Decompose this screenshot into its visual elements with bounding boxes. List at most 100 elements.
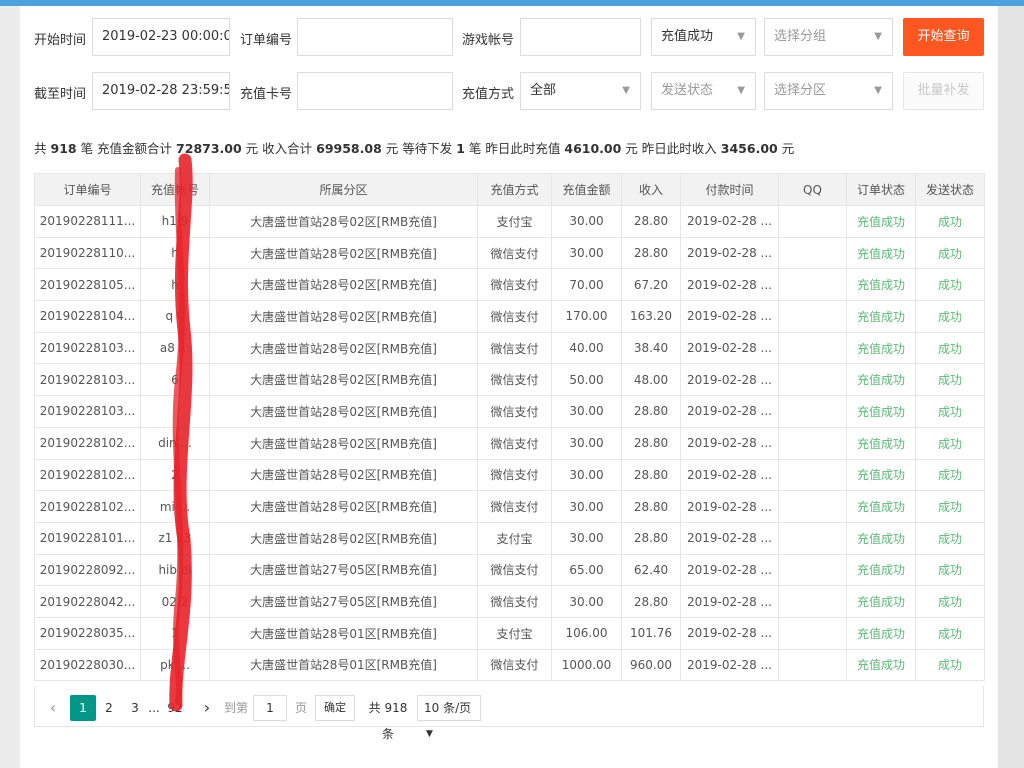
game-account-input[interactable]: [520, 18, 641, 56]
table-cell: [778, 205, 847, 238]
table-cell: 微信支付: [477, 331, 552, 365]
method-value: 全部: [530, 83, 557, 98]
table-cell: 充值成功: [846, 205, 916, 238]
table-cell: 30.00: [551, 205, 622, 238]
table-cell: 20190228110...: [34, 236, 141, 270]
chevron-right-icon[interactable]: ›: [197, 695, 217, 721]
send-status-select[interactable]: 发送状态 ▼: [651, 72, 756, 110]
page-button-1[interactable]: 1: [70, 695, 96, 721]
table-cell: 48.00: [621, 363, 681, 397]
table-cell: [778, 616, 847, 650]
table-cell: 充值成功: [846, 331, 916, 365]
goto-page-input[interactable]: 1: [253, 695, 287, 721]
table-cell: 20190228042...: [34, 585, 141, 618]
table-cell: 6: [140, 363, 210, 397]
table-cell: 大唐盛世首站27号05区[RMB充值]: [209, 553, 478, 587]
table-cell: [778, 395, 847, 428]
table-cell: 2019-02-28 ...: [680, 490, 779, 523]
table-row[interactable]: 20190228102... mi ... 大唐盛世首站28号02区[RMB充值] 微…: [34, 490, 985, 523]
table-cell: 20190228102...: [34, 458, 141, 492]
table-cell: 微信支付: [477, 363, 552, 397]
table-cell: 960.00: [621, 648, 681, 682]
table-row[interactable]: 20190228101... z1 23 大唐盛世首站28号02区[RMB充值] 支付…: [34, 521, 985, 555]
group-select[interactable]: 选择分组 ▼: [764, 18, 893, 56]
chevron-down-icon: ▼: [874, 85, 882, 96]
table-cell: 充值成功: [846, 648, 916, 682]
table-cell: 20190228102...: [34, 490, 141, 523]
table-cell: 大唐盛世首站28号02区[RMB充值]: [209, 268, 478, 302]
pagination-ellipsis: ...: [148, 701, 160, 715]
table-row[interactable]: 20190228111... h1 9 大唐盛世首站28号02区[RMB充值] 支付宝…: [34, 205, 985, 238]
table-cell: 大唐盛世首站28号02区[RMB充值]: [209, 395, 478, 428]
table-cell: [778, 268, 847, 302]
table-cell: [778, 490, 847, 523]
batch-resend-button[interactable]: 批量补发: [903, 72, 984, 110]
table-cell: 充值成功: [846, 490, 916, 523]
pagination: ‹ 1 2 3 ... 92 › 到第 1 页 确定 共 918 条 10 条/…: [34, 686, 984, 741]
table-header: 订单编号 充值帐号 所属分区 充值方式 充值金额 收入 付款时间 QQ 订单状态 发送状态: [34, 173, 985, 206]
table-row[interactable]: 20190228104... q 0 大唐盛世首站28号02区[RMB充值] 微信支付…: [34, 300, 985, 333]
chevron-left-icon[interactable]: ‹: [43, 695, 63, 721]
method-select[interactable]: 全部 ▼: [520, 72, 641, 110]
column-header: 订单编号: [34, 173, 141, 206]
table-row[interactable]: 20190228102... 2 大唐盛世首站28号02区[RMB充值] 微信支付 30…: [34, 458, 985, 492]
table-row[interactable]: 20190228035... 1 大唐盛世首站28号01区[RMB充值] 支付宝 106…: [34, 616, 985, 650]
goto-confirm-button[interactable]: 确定: [315, 695, 355, 721]
column-header: 发送状态: [915, 173, 985, 206]
table-cell: 大唐盛世首站27号05区[RMB充值]: [209, 585, 478, 618]
right-gutter: [998, 6, 1024, 768]
table-cell: 2019-02-28 ...: [680, 395, 779, 428]
page-button-last[interactable]: 92: [163, 695, 187, 721]
zone-select[interactable]: 选择分区 ▼: [764, 72, 893, 110]
table-row[interactable]: 20190228042... 02 2 大唐盛世首站27号05区[RMB充值] 微信支…: [34, 585, 985, 618]
recharge-status-select[interactable]: 充值成功 ▼: [651, 18, 756, 56]
table-cell: 成功: [915, 616, 985, 650]
table-cell: 30.00: [551, 395, 622, 428]
table-row[interactable]: 20190228103... 大唐盛世首站28号02区[RMB充值] 微信支付 30.…: [34, 395, 985, 428]
card-no-input[interactable]: [297, 72, 453, 110]
table-cell: 20190228030...: [34, 648, 141, 682]
table-cell: 成功: [915, 363, 985, 397]
table-cell: 成功: [915, 300, 985, 333]
table-row[interactable]: 20190228102... din ... 大唐盛世首站28号02区[RMB充值]…: [34, 426, 985, 460]
table-cell: pk ...: [140, 648, 210, 682]
table-row[interactable]: 20190228105... h 大唐盛世首站28号02区[RMB充值] 微信支付 70…: [34, 268, 985, 302]
chevron-down-icon: ▼: [737, 31, 745, 42]
start-time-input[interactable]: 2019-02-23 00:00:00: [92, 18, 230, 56]
table-row[interactable]: 20190228110... h 大唐盛世首站28号02区[RMB充值] 微信支付 30…: [34, 236, 985, 270]
page-button-3[interactable]: 3: [125, 695, 145, 721]
order-no-input[interactable]: [297, 18, 453, 56]
order-no-label: 订单编号: [240, 33, 293, 48]
table-cell: 20190228035...: [34, 616, 141, 650]
table-cell: 20190228111...: [34, 205, 141, 238]
send-status-placeholder: 发送状态: [661, 83, 714, 98]
table-cell: 充值成功: [846, 585, 916, 618]
column-header: 付款时间: [680, 173, 779, 206]
table-cell: [778, 521, 847, 555]
table-cell: 充值成功: [846, 268, 916, 302]
page-size-select[interactable]: 10 条/页 ▼: [417, 695, 481, 739]
table-cell: 28.80: [621, 205, 681, 238]
order-query-page: 开始时间 2019-02-23 00:00:00 订单编号 游戏帐号 充值成功 …: [20, 6, 998, 768]
table-cell: 20190228103...: [34, 395, 141, 428]
table-cell: h: [140, 268, 210, 302]
table-cell: mi ...: [140, 490, 210, 523]
end-time-input[interactable]: 2019-02-28 23:59:59: [92, 72, 230, 110]
table-cell: 成功: [915, 458, 985, 492]
page-button-2[interactable]: 2: [99, 695, 119, 721]
table-cell: 2019-02-28 ...: [680, 363, 779, 397]
table-cell: 20190228103...: [34, 363, 141, 397]
table-row[interactable]: 20190228103... a8 ... 大唐盛世首站28号02区[RMB充值] 微…: [34, 331, 985, 365]
search-button[interactable]: 开始查询: [903, 18, 984, 56]
table-cell: 充值成功: [846, 553, 916, 587]
table-cell: [778, 426, 847, 460]
game-account-label: 游戏帐号: [462, 33, 515, 48]
table-row[interactable]: 20190228103... 6 大唐盛世首站28号02区[RMB充值] 微信支付 50…: [34, 363, 985, 397]
table-row[interactable]: 20190228092... hib ei 大唐盛世首站27号05区[RMB充值] 微…: [34, 553, 985, 587]
table-cell: 28.80: [621, 458, 681, 492]
end-time-label: 截至时间: [34, 87, 87, 102]
table-cell: 2019-02-28 ...: [680, 331, 779, 365]
table-cell: a8 ...: [140, 331, 210, 365]
table-cell: 67.20: [621, 268, 681, 302]
table-row[interactable]: 20190228030... pk ... 大唐盛世首站28号01区[RMB充值] 微…: [34, 648, 985, 682]
